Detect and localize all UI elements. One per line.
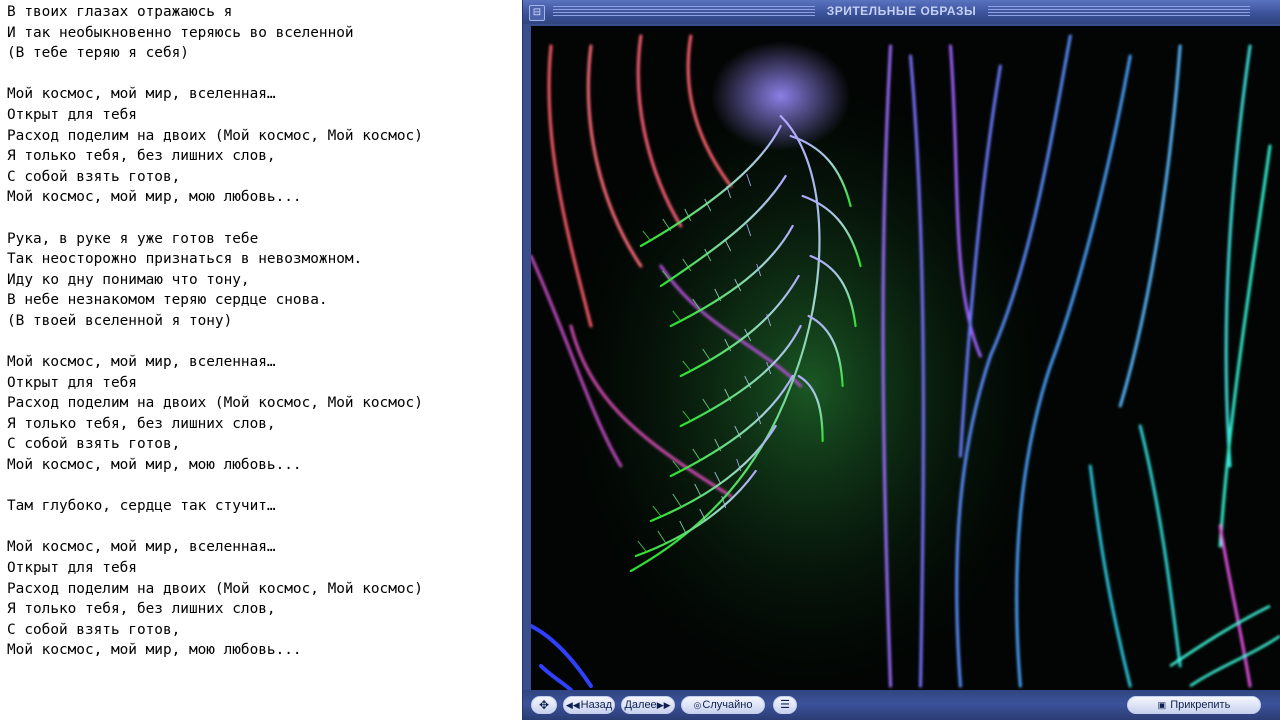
- next-button-label: Далее: [624, 699, 657, 711]
- next-button[interactable]: Далее▶▶: [621, 696, 675, 714]
- attach-icon: ▣: [1157, 700, 1167, 710]
- visualizer-window: ⊟ ЗРИТЕЛЬНЫЕ ОБРАЗЫ ✥ ◀◀Назад Далее▶▶ ◎С…: [522, 0, 1280, 720]
- visualizer-controls-bar: ✥ ◀◀Назад Далее▶▶ ◎Случайно ☰ ▣ Прикрепи…: [523, 690, 1280, 720]
- back-button-label: Назад: [580, 699, 613, 711]
- lyrics-text-area[interactable]: В твоих глазах отражаюсь я И так необыкн…: [0, 0, 522, 720]
- random-button[interactable]: ◎Случайно: [681, 696, 765, 714]
- back-button[interactable]: ◀◀Назад: [563, 696, 615, 714]
- rewind-icon: ◀◀: [565, 700, 580, 710]
- move-icon[interactable]: ✥: [531, 696, 557, 714]
- attach-button[interactable]: ▣ Прикрепить: [1127, 696, 1261, 714]
- random-icon: ◎: [693, 700, 702, 710]
- list-menu-icon[interactable]: ☰: [773, 696, 797, 714]
- visualizer-titlebar[interactable]: ⊟ ЗРИТЕЛЬНЫЕ ОБРАЗЫ: [523, 0, 1280, 24]
- random-button-label: Случайно: [702, 699, 753, 711]
- forward-icon: ▶▶: [656, 700, 671, 710]
- visualizer-title: ЗРИТЕЛЬНЫЕ ОБРАЗЫ: [826, 4, 977, 18]
- lyrics-text: В твоих глазах отражаюсь я И так необыкн…: [7, 4, 423, 659]
- visualization-canvas: [531, 26, 1280, 690]
- fractal-visualization: [531, 26, 1280, 690]
- attach-button-label: Прикрепить: [1170, 699, 1231, 711]
